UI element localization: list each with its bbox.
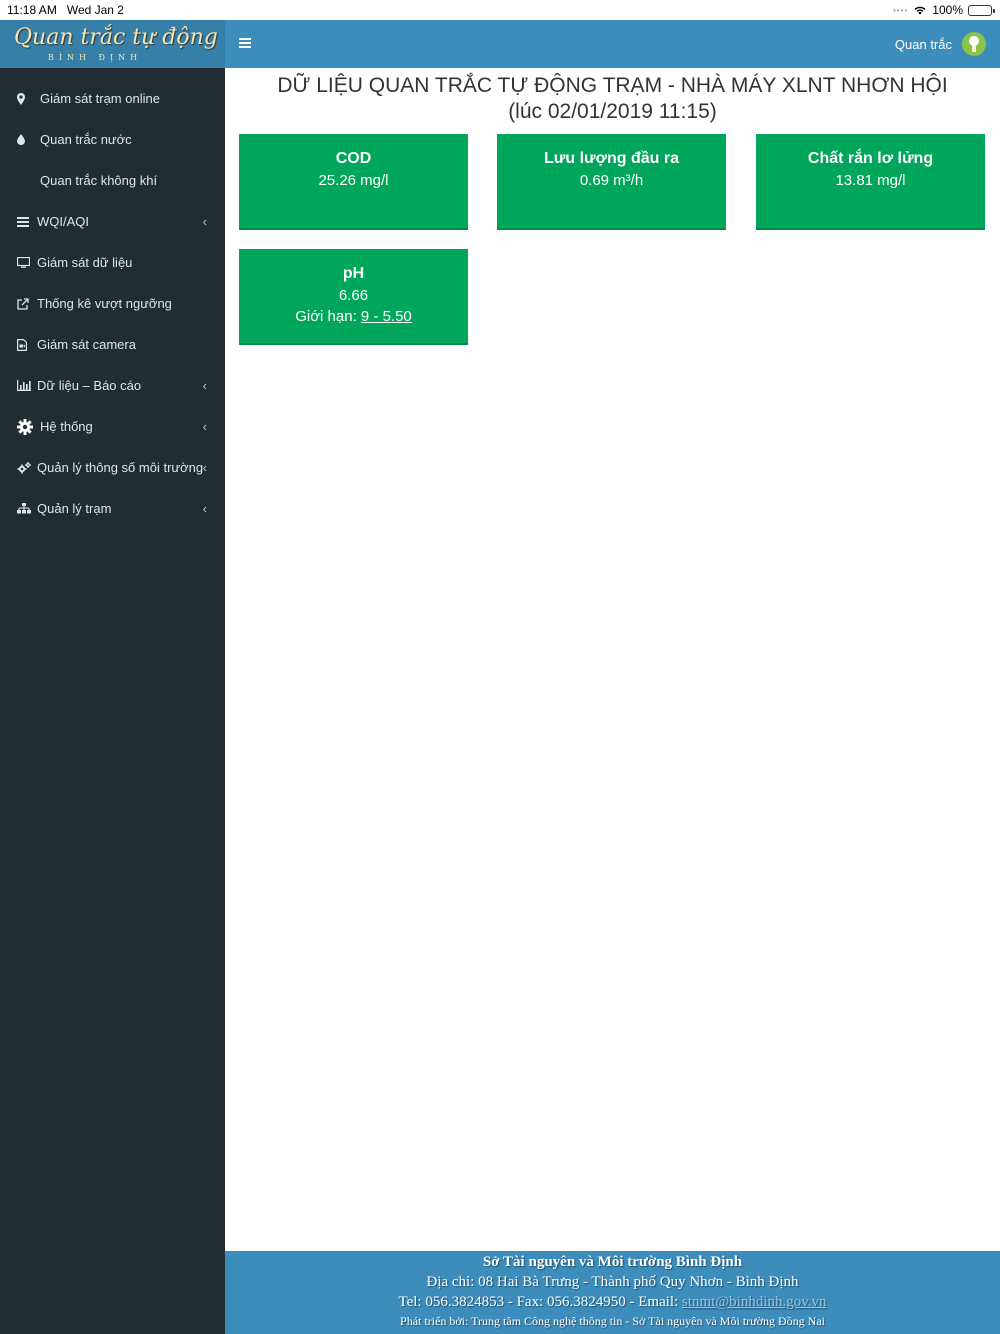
sidebar-item-reports[interactable]: Dữ liệu – Báo cáo ‹ [0, 365, 225, 406]
sidebar-item-data-monitoring[interactable]: Giám sát dữ liệu [0, 242, 225, 283]
map-marker-icon [17, 92, 37, 105]
chevron-left-icon: ‹ [202, 378, 207, 393]
sidebar-menu: Giám sát trạm online Quan trắc nước Quan… [0, 68, 225, 529]
sidebar-item-env-params[interactable]: Quản lý thông số môi trường ‹ [0, 447, 225, 488]
footer-email-link[interactable]: stnmt@binhdinh.gov.vn [682, 1294, 827, 1310]
sidebar-item-label: Hệ thống [40, 419, 93, 434]
sidebar-item-wqi-aqi[interactable]: WQI/AQI ‹ [0, 201, 225, 242]
logo-subtitle: BÌNH ĐỊNH [48, 53, 143, 62]
sidebar-item-label: Thống kê vượt ngưỡng [37, 296, 172, 311]
sitemap-icon [17, 503, 37, 514]
sidebar-item-label: WQI/AQI [37, 214, 89, 229]
card-flow-out[interactable]: Lưu lượng đầu ra 0.69 m³/h [497, 134, 726, 230]
status-time: 11:18 AM Wed Jan 2 [7, 3, 124, 17]
monitor-icon [17, 257, 37, 268]
card-name: Chất rắn lơ lửng [807, 150, 934, 167]
sidebar-item-label: Giám sát trạm online [40, 91, 160, 106]
footer: Sở Tài nguyên và Môi trường Bình Định Đị… [225, 1251, 1000, 1334]
card-value: 13.81 mg/l [835, 172, 906, 189]
card-value: 25.26 mg/l [318, 172, 389, 189]
list-icon [17, 216, 37, 227]
file-video-icon [17, 338, 37, 351]
footer-developer: Phát triển bởi: Trung tâm Công nghệ thôn… [400, 1314, 825, 1328]
user-avatar-icon [962, 32, 986, 56]
card-limit: Giới hạn: 9 - 5.50 [239, 308, 468, 325]
user-menu[interactable]: Quan trắc [895, 32, 986, 56]
sidebar-item-label: Dữ liệu – Báo cáo [37, 378, 142, 393]
page-title-line1: DỮ LIỆU QUAN TRẮC TỰ ĐỘNG TRẠM - NHÀ MÁY… [277, 74, 948, 97]
footer-org: Sở Tài nguyên và Môi trường Bình Định [482, 1254, 743, 1270]
chevron-left-icon: ‹ [202, 419, 207, 434]
sidebar-item-label: Quản lý thông số môi trường [37, 460, 204, 475]
card-name: Lưu lượng đầu ra [544, 150, 679, 167]
hamburger-icon[interactable] [239, 38, 251, 48]
sidebar-item-label: Giám sát camera [37, 337, 136, 352]
card-limit-label: Giới hạn: [295, 308, 357, 325]
gears-icon [17, 461, 37, 474]
sidebar-item-air[interactable]: Quan trắc không khí [0, 160, 225, 201]
footer-contact-text: Tel: 056.3824853 - Fax: 056.3824950 - Em… [398, 1294, 682, 1310]
sidebar-item-label: Quản lý trạm [37, 501, 112, 516]
card-value: 6.66 [338, 287, 369, 304]
battery-percent: 100% [932, 3, 963, 17]
card-limit-range[interactable]: 9 - 5.50 [361, 308, 412, 325]
ios-status-bar: 11:18 AM Wed Jan 2 •••• 100% [0, 0, 1000, 20]
logo[interactable]: Quan trắc tự động BÌNH ĐỊNH [0, 20, 225, 68]
battery-icon [968, 4, 995, 16]
page-title-line2: (lúc 02/01/2019 11:15) [508, 100, 717, 123]
sidebar-item-online-stations[interactable]: Giám sát trạm online [0, 78, 225, 119]
sidebar-item-stations[interactable]: Quản lý trạm ‹ [0, 488, 225, 529]
external-link-icon [17, 297, 37, 310]
sidebar-item-threshold-stats[interactable]: Thống kê vượt ngưỡng [0, 283, 225, 324]
sidebar-item-label: Quan trắc nước [40, 132, 132, 147]
footer-contact: Tel: 056.3824853 - Fax: 056.3824950 - Em… [225, 1294, 1000, 1311]
status-right: •••• 100% [893, 3, 995, 17]
signal-dots-icon: •••• [893, 5, 909, 15]
card-suspended-solids[interactable]: Chất rắn lơ lửng 13.81 mg/l [756, 134, 985, 230]
water-drop-icon [17, 134, 37, 145]
sidebar: Quan trắc tự động BÌNH ĐỊNH Giám sát trạ… [0, 20, 225, 1334]
card-name: COD [335, 150, 372, 167]
wifi-icon [913, 5, 927, 15]
card-cod[interactable]: COD 25.26 mg/l [239, 134, 468, 230]
logo-title: Quan trắc tự động [14, 25, 218, 50]
card-ph[interactable]: pH 6.66 Giới hạn: 9 - 5.50 [239, 249, 468, 345]
chevron-left-icon: ‹ [202, 501, 207, 516]
top-header: Quan trắc [225, 20, 1000, 68]
footer-address: Địa chỉ: 08 Hai Bà Trưng - Thành phố Quy… [426, 1274, 799, 1290]
card-name: pH [342, 265, 365, 282]
sidebar-item-label: Giám sát dữ liệu [37, 255, 133, 270]
bar-chart-icon [17, 380, 37, 391]
card-value: 0.69 m³/h [579, 172, 644, 189]
page-title: DỮ LIỆU QUAN TRẮC TỰ ĐỘNG TRẠM - NHÀ MÁY… [225, 73, 1000, 125]
sidebar-item-label: Quan trắc không khí [40, 173, 158, 188]
main-content: DỮ LIỆU QUAN TRẮC TỰ ĐỘNG TRẠM - NHÀ MÁY… [225, 68, 1000, 1251]
sidebar-item-water[interactable]: Quan trắc nước [0, 119, 225, 160]
sidebar-item-system[interactable]: Hệ thống ‹ [0, 406, 225, 447]
chevron-left-icon: ‹ [202, 460, 207, 475]
user-label: Quan trắc [894, 36, 952, 52]
sidebar-item-camera[interactable]: Giám sát camera [0, 324, 225, 365]
gear-icon [17, 418, 40, 435]
chevron-left-icon: ‹ [202, 214, 207, 229]
